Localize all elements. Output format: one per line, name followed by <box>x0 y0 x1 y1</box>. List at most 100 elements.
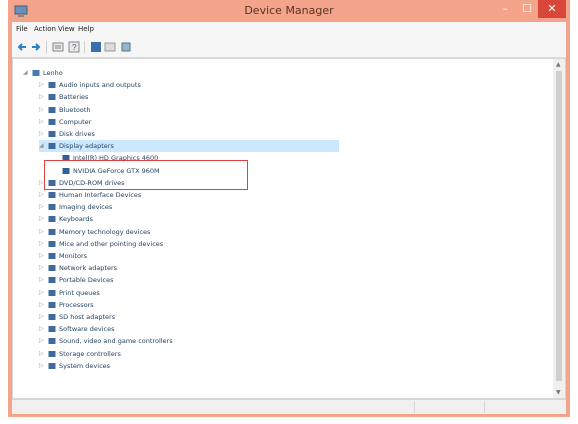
show-hidden-icon[interactable] <box>104 41 116 53</box>
expand-arrow-icon[interactable]: ▷ <box>39 337 44 344</box>
disk-drive-icon <box>48 131 56 137</box>
tree-item-label: Print queues <box>59 288 100 297</box>
device-tree-panel: ◢ Lenho ▷ Audio inputs and outputs ▷ Batterie… <box>12 58 566 399</box>
minimize-button[interactable]: – <box>494 0 516 18</box>
tree-category[interactable]: ▷ Processors <box>39 299 339 311</box>
menu-file[interactable]: File <box>16 25 28 33</box>
processor-icon <box>48 301 56 308</box>
system-device-icon <box>48 362 56 369</box>
svg-text:?: ? <box>72 43 77 52</box>
tree-category[interactable]: ◢ Display adapters <box>39 140 339 153</box>
tree-item-label: Monitors <box>59 252 88 260</box>
tree-category[interactable]: ▷ Disk drives <box>39 128 339 140</box>
toolbar-separator <box>46 41 47 53</box>
bluetooth-icon <box>48 106 56 113</box>
expand-arrow-icon[interactable]: ▷ <box>39 252 44 259</box>
expand-arrow-icon[interactable]: ▷ <box>39 301 44 308</box>
tree-root-computer[interactable]: ◢ Lenho <box>23 67 323 79</box>
window-title: Device Manager <box>244 4 334 17</box>
tree-category[interactable]: ▷ Network adapters <box>39 262 339 274</box>
tree-item-label: Processors <box>59 300 94 309</box>
status-segment <box>484 401 565 413</box>
expand-arrow-icon[interactable]: ▷ <box>39 191 44 198</box>
storage-icon <box>48 350 56 357</box>
device-tree: ◢ Lenho ▷ Audio inputs and outputs ▷ Batterie… <box>13 59 553 398</box>
tree-category[interactable]: ▷ SD host adapters <box>39 311 339 323</box>
expand-arrow-icon[interactable]: ▷ <box>39 81 44 88</box>
help-icon[interactable]: ? <box>68 41 80 53</box>
expand-arrow-icon[interactable]: ▷ <box>39 106 44 113</box>
tree-category[interactable]: ▷ System devices <box>39 360 339 372</box>
tree-category[interactable]: ▷ Imaging devices <box>39 201 339 213</box>
tree-category[interactable]: ▷ Print queues <box>39 287 339 299</box>
tree-category[interactable]: ▷ Sound, video and game controllers <box>39 335 339 347</box>
computer-icon <box>48 118 56 125</box>
tree-category[interactable]: ▷ Software devices <box>39 323 339 335</box>
tree-item-label: Storage controllers <box>59 349 121 358</box>
tree-category[interactable]: ▷ Batteries <box>39 91 339 103</box>
scan-hardware-icon[interactable] <box>120 41 132 53</box>
back-arrow-icon[interactable] <box>16 41 28 53</box>
tree-category[interactable]: ▷ Memory technology devices <box>39 226 339 238</box>
tree-category[interactable]: ▷ Computer <box>39 116 339 128</box>
update-driver-icon[interactable] <box>90 41 102 53</box>
tree-category[interactable]: ▷ Audio inputs and outputs <box>39 79 339 91</box>
expand-arrow-icon[interactable]: ▷ <box>39 93 44 100</box>
menu-help[interactable]: Help <box>78 25 94 33</box>
forward-arrow-icon[interactable] <box>30 41 42 53</box>
tree-category[interactable]: ▷ Storage controllers <box>39 348 339 360</box>
tree-item-label: Mice and other pointing devices <box>59 239 164 248</box>
title-bar[interactable]: Device Manager – ☐ ✕ <box>8 0 570 22</box>
monitor-icon <box>48 253 56 259</box>
collapse-arrow-icon[interactable]: ◢ <box>39 142 44 149</box>
toolbar: ? <box>12 37 566 58</box>
menu-action[interactable]: Action <box>34 25 56 33</box>
properties-icon[interactable] <box>52 41 64 53</box>
device-manager-window: Device Manager – ☐ ✕ File Action View He… <box>8 0 570 417</box>
tree-category[interactable]: ▷ Portable Devices <box>39 274 339 286</box>
sound-icon <box>48 338 56 345</box>
tree-item-label: Lenho <box>43 69 63 77</box>
computer-icon <box>32 70 40 76</box>
tree-category[interactable]: ▷ Human Interface Devices <box>39 189 339 201</box>
expand-arrow-icon[interactable]: ▷ <box>39 203 44 210</box>
toolbar-separator <box>84 41 85 53</box>
vertical-scrollbar[interactable]: ▲ ▼ <box>553 59 565 398</box>
expand-arrow-icon[interactable]: ▷ <box>39 264 44 271</box>
status-bar <box>12 399 566 414</box>
tree-item-label: Display adapters <box>59 142 114 151</box>
portable-device-icon <box>48 277 56 284</box>
tree-item-label: Imaging devices <box>59 203 113 212</box>
expand-arrow-icon[interactable]: ▷ <box>39 313 44 320</box>
tree-item-label: Batteries <box>59 93 89 102</box>
expand-arrow-icon[interactable]: ▷ <box>39 276 44 283</box>
display-adapter-icon <box>48 143 56 150</box>
expand-arrow-icon[interactable]: ▷ <box>39 179 44 186</box>
expand-arrow-icon[interactable]: ▷ <box>39 289 44 296</box>
tree-category[interactable]: ▷ Mice and other pointing devices <box>39 238 339 250</box>
scroll-down-arrow-icon[interactable]: ▼ <box>556 389 561 396</box>
expand-arrow-icon[interactable]: ▷ <box>39 228 44 235</box>
sd-card-icon <box>48 314 56 320</box>
expand-arrow-icon[interactable]: ▷ <box>39 130 44 137</box>
collapse-arrow-icon[interactable]: ◢ <box>23 69 28 76</box>
expand-arrow-icon[interactable]: ▷ <box>39 215 44 222</box>
tree-category[interactable]: ▷ Monitors <box>39 250 339 262</box>
tree-category[interactable]: ▷ Bluetooth <box>39 104 339 116</box>
scroll-thumb[interactable] <box>556 71 562 381</box>
tree-item-label: Sound, video and game controllers <box>59 337 173 346</box>
expand-arrow-icon[interactable]: ▷ <box>39 325 44 332</box>
maximize-button[interactable]: ☐ <box>516 0 538 18</box>
tree-category[interactable]: ▷ Keyboards <box>39 213 339 225</box>
keyboard-icon <box>48 216 56 223</box>
network-icon <box>48 265 56 272</box>
close-button[interactable]: ✕ <box>538 0 566 18</box>
expand-arrow-icon[interactable]: ▷ <box>39 118 44 125</box>
tree-item-label: Human Interface Devices <box>59 191 142 199</box>
expand-arrow-icon[interactable]: ▷ <box>39 240 44 247</box>
menu-view[interactable]: View <box>58 25 75 33</box>
expand-arrow-icon[interactable]: ▷ <box>39 350 44 357</box>
tree-item-label: SD host adapters <box>59 313 116 321</box>
scroll-up-arrow-icon[interactable]: ▲ <box>556 61 561 68</box>
expand-arrow-icon[interactable]: ▷ <box>39 362 44 369</box>
